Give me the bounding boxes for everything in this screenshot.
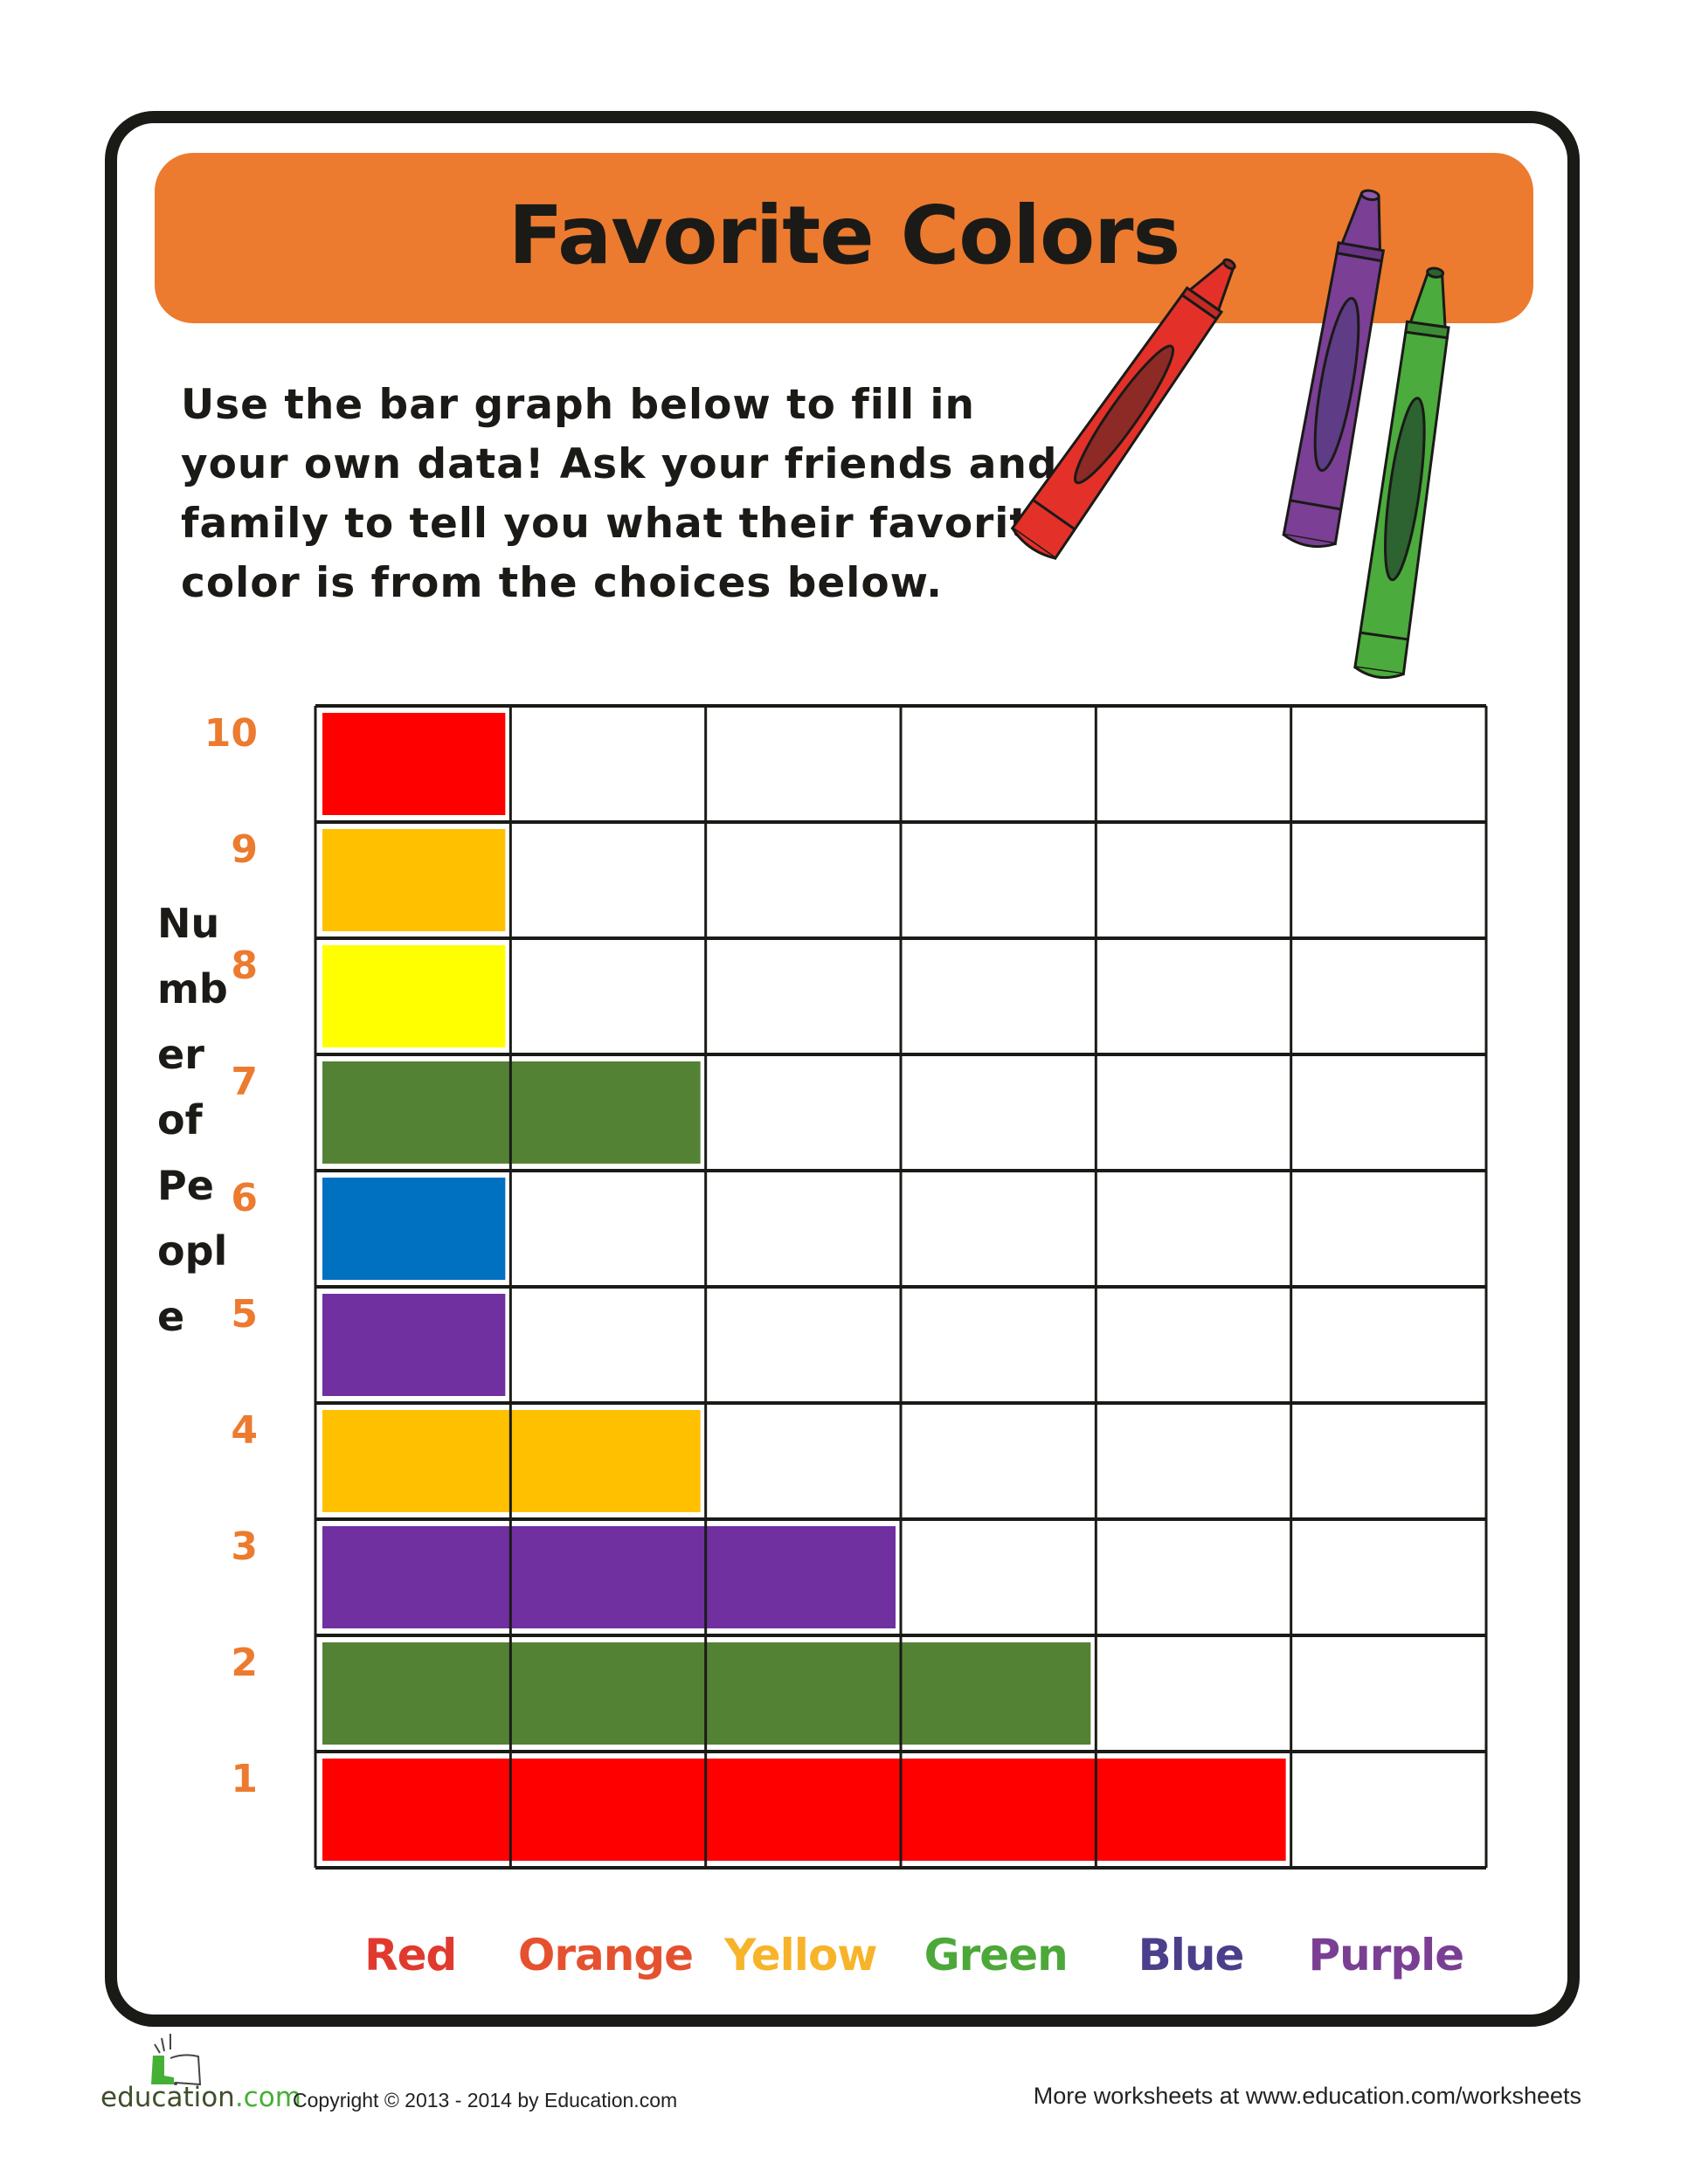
y-axis-title: Nu mb er of Pe opl e xyxy=(157,891,236,1350)
bar-row-3 xyxy=(322,1526,896,1628)
bar-row-9 xyxy=(322,829,506,931)
y-axis-title-part: mb xyxy=(157,965,228,1013)
y-tick-label: 2 xyxy=(231,1641,258,1685)
logo-suffix: .com xyxy=(234,2082,301,2113)
bar-row-1 xyxy=(322,1759,1286,1861)
x-category-label: Orange xyxy=(518,1930,693,1980)
x-category-label: Blue xyxy=(1138,1930,1244,1980)
y-tick-label: 4 xyxy=(231,1408,258,1453)
y-axis-title-part: opl xyxy=(157,1227,228,1275)
x-category-label: Red xyxy=(364,1930,456,1980)
bar-row-5 xyxy=(322,1294,506,1396)
x-category-label: Purple xyxy=(1308,1930,1463,1980)
y-tick-label: 10 xyxy=(204,711,258,756)
more-worksheets-link[interactable]: More worksheets at www.education.com/wor… xyxy=(1034,2083,1581,2110)
y-axis-title-part: er xyxy=(157,1031,204,1078)
x-category-label: Green xyxy=(924,1930,1068,1980)
copyright: Copyright © 2013 - 2014 by Education.com xyxy=(293,2089,678,2111)
bar-row-8 xyxy=(322,945,506,1047)
y-tick-label: 9 xyxy=(231,827,258,872)
education-logo-text[interactable]: education.com xyxy=(100,2082,301,2113)
y-axis-title-part: of xyxy=(157,1096,203,1144)
education-logo-icon xyxy=(151,2034,202,2086)
y-tick-label: 3 xyxy=(231,1524,258,1569)
y-axis-title-part: Nu xyxy=(157,900,220,947)
y-axis-title-part: e xyxy=(157,1293,185,1340)
y-tick-label: 1 xyxy=(231,1757,258,1801)
bar-row-6 xyxy=(322,1178,506,1280)
y-axis-title-part: Pe xyxy=(157,1162,214,1209)
x-category-label: Yellow xyxy=(723,1930,876,1980)
logo-main: education xyxy=(100,2082,235,2113)
favorite-colors-bar-graph: 10987654321Red Orange Yellow Green Blue Purpl… xyxy=(204,704,1488,1980)
bar-row-10 xyxy=(322,713,506,815)
